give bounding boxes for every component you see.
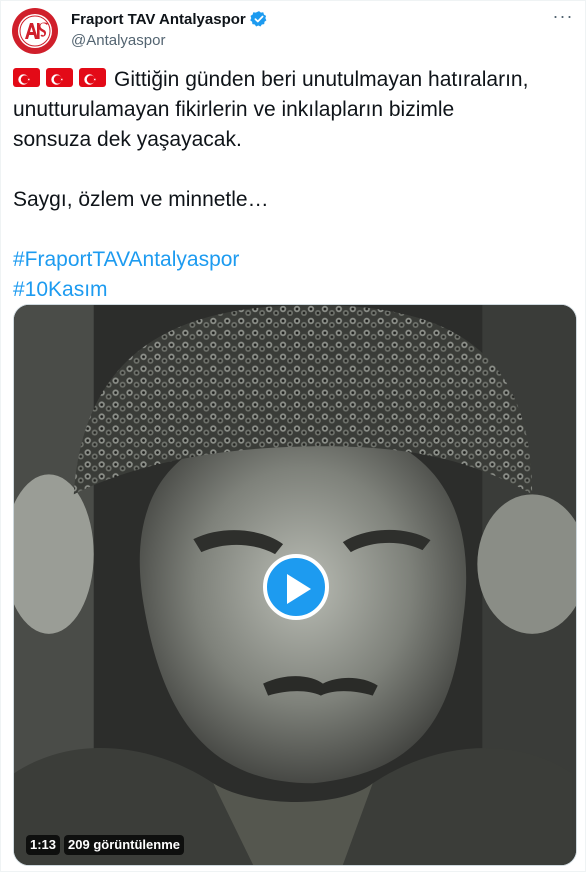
hashtag-link[interactable]: #FraportTAVAntalyaspor xyxy=(13,245,575,275)
account-names: Fraport TAV Antalyaspor @Antalyaspor xyxy=(71,9,268,49)
play-button[interactable] xyxy=(263,554,329,620)
turkey-flag-icon xyxy=(46,68,73,87)
view-count: 209 görüntülenme xyxy=(64,835,184,855)
avatar[interactable] xyxy=(11,7,59,55)
tweet-text-line-2: unutturulamayan fikirlerin ve inkılaplar… xyxy=(13,98,455,121)
turkey-flag-icon xyxy=(13,68,40,87)
tweet-text-line-1: Gittiğin günden beri unutulmayan hatıral… xyxy=(114,68,529,91)
flag-group xyxy=(13,68,106,87)
account-handle[interactable]: @Antalyaspor xyxy=(71,32,268,49)
display-name[interactable]: Fraport TAV Antalyaspor xyxy=(71,11,246,28)
video-duration: 1:13 xyxy=(26,835,61,855)
tweet-header: Fraport TAV Antalyaspor @Antalyaspor ··· xyxy=(11,7,577,55)
tweet-text-line-3: sonsuza dek yaşayacak. xyxy=(13,128,242,151)
turkey-flag-icon xyxy=(79,68,106,87)
tweet-text-line-4: Saygı, özlem ve minnetle… xyxy=(13,188,269,211)
more-options-button[interactable]: ··· xyxy=(551,7,575,29)
hashtag-link[interactable]: #10Kasım xyxy=(13,275,575,305)
video-badges: 1:13 209 görüntülenme xyxy=(26,835,184,855)
video-player[interactable]: 1:13 209 görüntülenme xyxy=(13,304,577,866)
play-icon xyxy=(287,574,311,604)
tweet-line-1: Gittiğin günden beri unutulmayan hatıral… xyxy=(13,65,575,95)
club-logo-icon xyxy=(12,8,58,54)
tweet-text: Gittiğin günden beri unutulmayan hatıral… xyxy=(13,65,575,305)
tweet-card: Fraport TAV Antalyaspor @Antalyaspor ··· xyxy=(0,0,586,872)
verified-badge-icon xyxy=(249,10,268,28)
